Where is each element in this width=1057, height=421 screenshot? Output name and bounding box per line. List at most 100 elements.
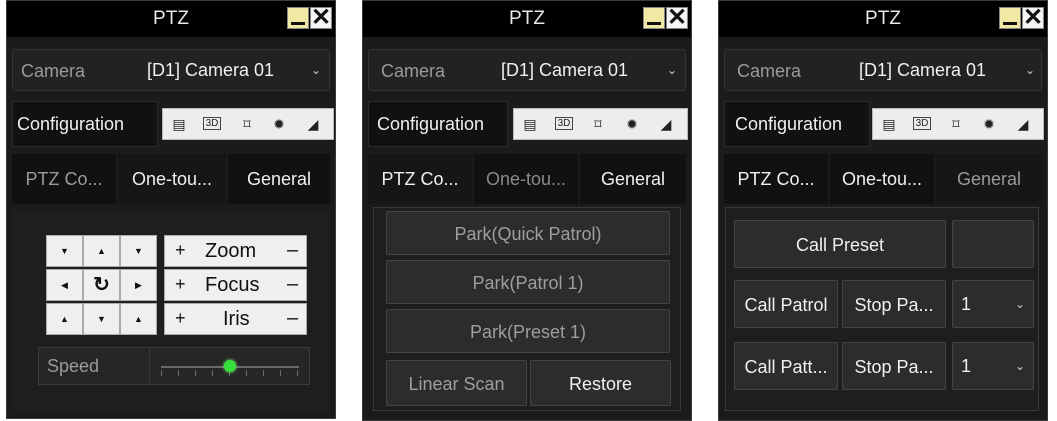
focus-out-button[interactable]: –: [287, 273, 298, 296]
close-icon[interactable]: ✕: [666, 4, 688, 31]
list-icon[interactable]: ▤: [518, 113, 542, 135]
focus-label: Focus: [205, 274, 260, 296]
camera-select[interactable]: [D1] Camera 01 ⌄: [141, 50, 329, 90]
wiper-icon[interactable]: ◢: [1011, 113, 1035, 135]
configuration-button[interactable]: Configuration: [12, 101, 158, 147]
camera-select[interactable]: [D1] Camera 01 ⌄: [495, 50, 685, 90]
focus-frame-icon[interactable]: ⌑: [586, 113, 610, 135]
tab-label: General: [246, 169, 312, 189]
list-icon[interactable]: ▤: [167, 113, 191, 135]
minimize-icon[interactable]: [999, 7, 1021, 29]
call-patrol-label: Call Patrol: [744, 295, 828, 315]
tab-ptz-control[interactable]: PTZ Co...: [724, 154, 828, 204]
iris-control: + Iris –: [164, 303, 307, 335]
park-quick-patrol-label: Park(Quick Patrol): [454, 224, 602, 244]
tab-one-touch[interactable]: One-tou...: [118, 154, 226, 204]
tab-label: PTZ Co...: [381, 169, 459, 189]
call-pattern-button[interactable]: Call Patt...: [734, 342, 838, 390]
3d-icon[interactable]: 3D: [552, 113, 576, 135]
tab-one-touch[interactable]: One-tou...: [830, 154, 934, 204]
iris-open-button[interactable]: +: [175, 308, 186, 329]
call-pattern-label: Call Patt...: [744, 357, 828, 377]
down-right-button[interactable]: ▲: [120, 303, 157, 335]
down-left-button[interactable]: ▲: [46, 303, 83, 335]
speed-slider[interactable]: [161, 354, 299, 380]
list-icon[interactable]: ▤: [877, 113, 901, 135]
title-bar: PTZ ✕: [7, 1, 335, 37]
tab-general[interactable]: General: [936, 154, 1042, 204]
up-right-button[interactable]: ▼: [120, 235, 157, 267]
tab-label: General: [956, 169, 1022, 189]
speed-label: Speed: [47, 356, 100, 376]
tab-general[interactable]: General: [580, 154, 686, 204]
camera-value: [D1] Camera 01: [859, 60, 987, 80]
wiper-icon[interactable]: ◢: [301, 113, 325, 135]
camera-row: Camera [D1] Camera 01 ⌄: [724, 49, 1042, 91]
tab-ptz-control[interactable]: PTZ Co...: [12, 154, 116, 204]
call-patrol-button[interactable]: Call Patrol: [734, 280, 838, 328]
preset-number-input[interactable]: [952, 220, 1034, 268]
zoom-control: + Zoom –: [164, 235, 307, 267]
speed-slider-thumb[interactable]: [224, 360, 236, 372]
park-quick-patrol-button[interactable]: Park(Quick Patrol): [386, 211, 670, 255]
ptz-panel-2: PTZ ✕ Camera [D1] Camera 01 ⌄ Configurat…: [362, 0, 692, 421]
chevron-down-icon: ⌄: [667, 63, 678, 77]
close-icon[interactable]: ✕: [310, 4, 332, 31]
camera-label: Camera: [737, 61, 802, 81]
camera-select[interactable]: [D1] Camera 01 ⌄: [853, 50, 1041, 90]
camera-value: [D1] Camera 01: [147, 60, 275, 80]
chevron-down-icon: ⌄: [1015, 297, 1026, 311]
stop-pattern-button[interactable]: Stop Pa...: [842, 342, 946, 390]
chevron-down-icon: ⌄: [1015, 359, 1026, 373]
configuration-button[interactable]: Configuration: [724, 101, 870, 147]
ptz-icon-toolbar: ▤ 3D ⌑ ✹ ◢: [162, 108, 334, 140]
zoom-out-button[interactable]: –: [287, 239, 298, 262]
restore-button[interactable]: Restore: [530, 360, 671, 406]
tab-general[interactable]: General: [228, 154, 330, 204]
3d-icon[interactable]: 3D: [910, 113, 934, 135]
stop-patrol-label: Stop Pa...: [854, 295, 934, 315]
left-button[interactable]: ◀: [46, 269, 83, 301]
light-icon[interactable]: ✹: [620, 113, 644, 135]
up-button[interactable]: ▲: [83, 235, 120, 267]
chevron-down-icon: ⌄: [311, 63, 322, 77]
auto-rotate-icon[interactable]: ↻: [83, 269, 120, 301]
configuration-button[interactable]: Configuration: [368, 101, 508, 147]
close-icon[interactable]: ✕: [1022, 4, 1044, 31]
patrol-number-select[interactable]: 1 ⌄: [952, 280, 1034, 328]
light-icon[interactable]: ✹: [977, 113, 1001, 135]
camera-label: Camera: [21, 61, 86, 81]
focus-in-button[interactable]: +: [175, 274, 186, 295]
tab-label: One-tou...: [131, 169, 213, 189]
call-preset-button[interactable]: Call Preset: [734, 220, 946, 268]
right-button[interactable]: ▶: [120, 269, 157, 301]
configuration-label: Configuration: [17, 114, 125, 134]
park-preset-button[interactable]: Park(Preset 1): [386, 309, 670, 353]
title-bar: PTZ ✕: [363, 1, 691, 37]
patrol-number-value: 1: [961, 294, 972, 314]
up-left-button[interactable]: ▼: [46, 235, 83, 267]
wiper-icon[interactable]: ◢: [654, 113, 678, 135]
pattern-number-select[interactable]: 1 ⌄: [952, 342, 1034, 390]
pattern-number-value: 1: [961, 356, 972, 376]
minimize-icon[interactable]: [287, 7, 309, 29]
zoom-in-button[interactable]: +: [175, 240, 186, 261]
focus-frame-icon[interactable]: ⌑: [235, 113, 259, 135]
minimize-icon[interactable]: [643, 7, 665, 29]
light-icon[interactable]: ✹: [267, 113, 291, 135]
down-button[interactable]: ▼: [83, 303, 120, 335]
panel-title: PTZ: [153, 8, 189, 29]
tab-one-touch[interactable]: One-tou...: [474, 154, 578, 204]
iris-close-button[interactable]: –: [287, 307, 298, 330]
park-patrol-button[interactable]: Park(Patrol 1): [386, 260, 670, 304]
linear-scan-button[interactable]: Linear Scan: [386, 360, 527, 406]
3d-icon[interactable]: 3D: [200, 113, 224, 135]
camera-label: Camera: [381, 61, 446, 81]
stop-patrol-button[interactable]: Stop Pa...: [842, 280, 946, 328]
tab-ptz-control[interactable]: PTZ Co...: [368, 154, 472, 204]
focus-frame-icon[interactable]: ⌑: [944, 113, 968, 135]
panel-title: PTZ: [865, 8, 901, 29]
panel-title: PTZ: [509, 8, 545, 29]
ptz-icon-toolbar: ▤ 3D ⌑ ✹ ◢: [872, 108, 1044, 140]
camera-row: Camera [D1] Camera 01 ⌄: [12, 49, 330, 91]
